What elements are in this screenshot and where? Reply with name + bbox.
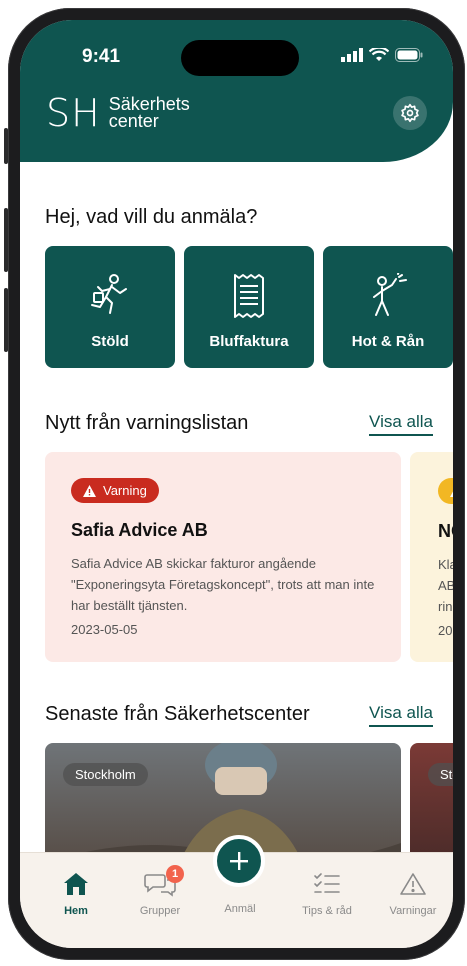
report-card-label: Hot & Rån: [351, 333, 425, 350]
warnings-carousel: Varning Safia Advice AB Safia Advice AB …: [45, 452, 453, 662]
checklist-icon: [314, 873, 340, 893]
report-category-row: Stöld Bluffaktura Hot & Rån: [45, 246, 453, 368]
running-thief-icon: [91, 274, 127, 314]
phone-frame: 9:41 SH Säkerhets center Hej, vad vill d…: [4, 8, 465, 960]
warning-badge-partial: [438, 478, 453, 504]
warning-company-name-partial: NOR: [438, 521, 453, 541]
wifi-icon: [369, 48, 389, 61]
location-badge: Stockholm: [63, 763, 148, 786]
mute-switch: [4, 128, 8, 164]
warning-card-partial[interactable]: NOR Klago AB ta ringa 2023: [410, 452, 453, 662]
logo-line-2: center: [108, 111, 159, 131]
report-fab-button[interactable]: [213, 835, 265, 887]
warning-triangle-icon: [400, 873, 426, 895]
tab-tips-rad[interactable]: Tips & råd: [287, 869, 367, 917]
report-section-title: Hej, vad vill du anmäla?: [45, 206, 258, 228]
status-bar: 9:41: [20, 40, 453, 76]
tab-label: Varningar: [389, 905, 437, 917]
app-logo: SH Säkerhets center: [46, 94, 190, 132]
threat-person-icon: [373, 273, 407, 316]
tab-grupper[interactable]: 1 Grupper: [120, 865, 200, 917]
status-time: 9:41: [82, 46, 121, 67]
notification-badge: 1: [166, 865, 184, 883]
logo-mark: SH: [46, 91, 101, 135]
news-see-all-link[interactable]: Visa alla: [369, 703, 433, 727]
warning-description: Safia Advice AB skickar fakturor angåend…: [71, 556, 375, 613]
warning-desc-fragment: ringa: [438, 599, 453, 614]
warning-triangle-icon: [450, 491, 453, 497]
app-header: 9:41 SH Säkerhets center: [20, 20, 453, 162]
warnings-see-all-link[interactable]: Visa alla: [369, 412, 433, 436]
warning-badge-label: Varning: [103, 483, 147, 498]
home-icon: [64, 873, 88, 895]
news-section-title: Senaste från Säkerhetscenter: [45, 703, 310, 725]
report-card-label: Stöld: [91, 333, 129, 350]
location-badge: Stoc: [428, 763, 453, 786]
report-card-stold[interactable]: Stöld: [45, 246, 175, 368]
report-card-bluffaktura[interactable]: Bluffaktura: [184, 246, 314, 368]
report-card-label: Bluffaktura: [209, 333, 289, 350]
warning-date-partial: 2023: [438, 623, 453, 638]
warning-desc-fragment: Klago: [438, 557, 453, 572]
tab-hem[interactable]: Hem: [36, 869, 116, 917]
warning-company-name: Safia Advice AB: [71, 520, 208, 540]
tab-label: Grupper: [139, 905, 181, 917]
status-icons: [341, 48, 423, 62]
bottom-tab-bar: Hem 1 Grupper Anmäl Tips & råd Varningar: [20, 835, 453, 948]
logo-text: Säkerhets center: [108, 95, 190, 131]
warning-date: 2023-05-05: [71, 622, 138, 637]
warning-desc-fragment: AB ta: [438, 578, 453, 593]
warning-card[interactable]: Varning Safia Advice AB Safia Advice AB …: [45, 452, 401, 662]
tab-varningar[interactable]: Varningar: [373, 869, 453, 917]
warning-triangle-icon: [83, 484, 96, 497]
tab-label: Anmäl: [224, 903, 256, 915]
battery-icon: [395, 48, 423, 62]
volume-up-button: [4, 208, 8, 272]
tab-label: Tips & råd: [302, 905, 352, 917]
report-card-hot-ran[interactable]: Hot & Rån: [323, 246, 453, 368]
tab-label: Hem: [64, 905, 88, 917]
plus-icon: [230, 852, 248, 870]
signal-icon: [341, 48, 363, 62]
warnings-section-title: Nytt från varningslistan: [45, 412, 249, 434]
settings-button[interactable]: [393, 96, 427, 130]
gear-icon: [401, 103, 419, 123]
screen: 9:41 SH Säkerhets center Hej, vad vill d…: [20, 20, 453, 948]
dynamic-island: [181, 40, 299, 76]
warning-badge: Varning: [71, 478, 159, 503]
receipt-icon: [234, 274, 264, 318]
tab-anmal[interactable]: Anmäl: [200, 903, 280, 915]
volume-down-button: [4, 288, 8, 352]
